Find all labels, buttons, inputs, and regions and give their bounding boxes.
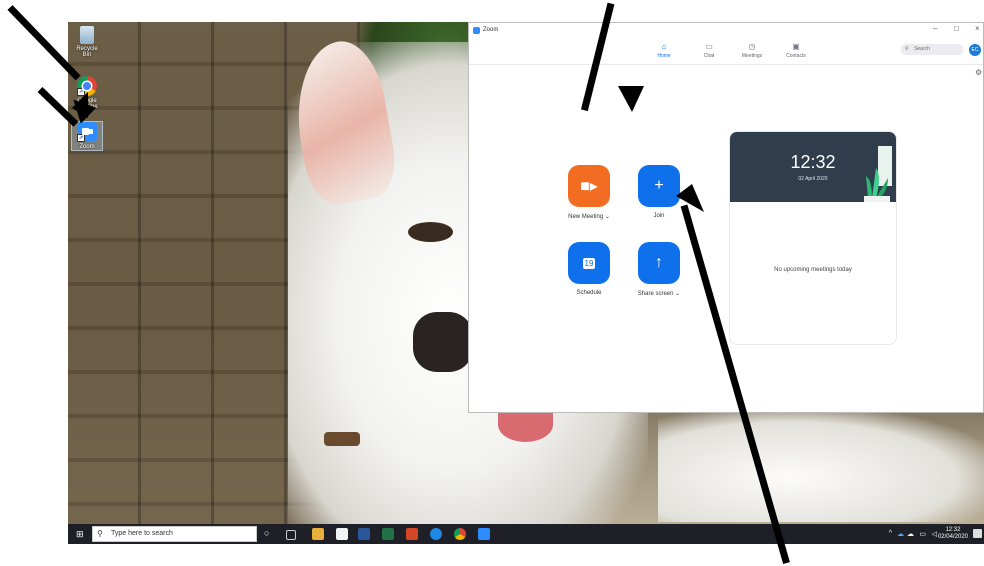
chevron-down-icon[interactable]: ⌄ bbox=[605, 214, 610, 220]
tab-label: Contacts bbox=[786, 53, 806, 59]
chevron-down-icon[interactable]: ⌄ bbox=[675, 291, 680, 297]
close-icon[interactable]: × bbox=[975, 24, 980, 33]
schedule-button[interactable]: 19 Schedule bbox=[559, 242, 619, 296]
share-screen-button[interactable]: ↑ Share screen ⌄ bbox=[629, 242, 689, 297]
top-nav: ⌂ Home ▭ Chat ◷ Meetings ▣ Contacts ⚲ Se… bbox=[469, 38, 983, 65]
recycle-bin-icon bbox=[80, 26, 94, 44]
clock-date: 02/04/2020 bbox=[937, 534, 968, 540]
task-view-icon[interactable] bbox=[286, 530, 296, 540]
dog-collar bbox=[324, 432, 360, 446]
schedule-label: Schedule bbox=[576, 290, 602, 296]
zoom-taskbar-icon[interactable] bbox=[478, 528, 490, 540]
network-icon[interactable]: ▭ bbox=[919, 530, 926, 538]
upcoming-meetings-card: 12:32 02 April 2020 No upcoming meetings… bbox=[729, 131, 897, 345]
cortana-icon[interactable]: ○ bbox=[264, 528, 276, 540]
word-icon[interactable] bbox=[358, 528, 370, 540]
tab-home[interactable]: ⌂ Home bbox=[644, 42, 684, 59]
desktop-icon-recycle-bin[interactable]: Recycle Bin bbox=[72, 26, 102, 58]
video-camera-icon: ■▸ bbox=[568, 165, 610, 207]
plus-icon: + bbox=[638, 165, 680, 207]
windows-start-icon[interactable]: ⊞ bbox=[76, 529, 86, 539]
share-screen-label: Share screen bbox=[637, 291, 674, 297]
chat-icon: ▭ bbox=[705, 42, 713, 51]
taskbar-search-box[interactable]: ⚲ Type here to search bbox=[92, 526, 257, 542]
notification-icon[interactable] bbox=[973, 529, 982, 538]
search-placeholder: Search bbox=[914, 46, 930, 52]
search-icon: ⚲ bbox=[97, 529, 103, 538]
search-input[interactable]: ⚲ Search bbox=[901, 44, 963, 55]
search-icon: ⚲ bbox=[905, 46, 909, 52]
clock-icon: ◷ bbox=[748, 42, 756, 51]
calendar-header: 12:32 02 April 2020 bbox=[730, 132, 896, 202]
shortcut-arrow-icon: ↗ bbox=[77, 88, 85, 96]
shortcut-arrow-icon: ↗ bbox=[77, 134, 85, 142]
avatar[interactable]: EC bbox=[969, 44, 981, 56]
home-icon: ⌂ bbox=[661, 42, 667, 51]
desktop-icon-zoom[interactable]: ↗ Zoom bbox=[71, 121, 103, 151]
new-meeting-button[interactable]: ■▸ New Meeting ⌄ bbox=[559, 165, 619, 220]
dog-body bbox=[658, 412, 984, 522]
no-meetings-message: No upcoming meetings today bbox=[774, 267, 852, 273]
chrome-taskbar-icon[interactable] bbox=[454, 528, 466, 540]
powerpoint-icon[interactable] bbox=[406, 528, 418, 540]
app-icon[interactable] bbox=[430, 528, 442, 540]
store-icon[interactable] bbox=[336, 528, 348, 540]
minimize-icon[interactable]: – bbox=[933, 24, 937, 33]
dog-mouth bbox=[413, 312, 473, 372]
clock-time: 12:32 bbox=[945, 527, 961, 533]
calendar-icon: 19 bbox=[568, 242, 610, 284]
share-arrow-icon: ↑ bbox=[638, 242, 680, 284]
desktop-icon-label: Recycle Bin bbox=[76, 46, 98, 58]
taskbar-search-placeholder: Type here to search bbox=[111, 530, 173, 537]
tab-meetings[interactable]: ◷ Meetings bbox=[732, 42, 772, 59]
maximize-icon[interactable]: □ bbox=[954, 24, 959, 33]
zoom-app-icon: ↗ bbox=[77, 122, 97, 142]
taskbar-clock[interactable]: 12:32 02/04/2020 bbox=[938, 527, 968, 547]
zoom-logo-icon bbox=[473, 27, 480, 34]
gear-icon[interactable]: ⚙ bbox=[975, 68, 982, 77]
dog-eye bbox=[408, 222, 453, 242]
tab-contacts[interactable]: ▣ Contacts bbox=[776, 42, 816, 59]
join-button[interactable]: + Join bbox=[629, 165, 689, 219]
file-explorer-icon[interactable] bbox=[312, 528, 324, 540]
cloud-icon[interactable]: ☁ bbox=[907, 530, 914, 538]
desktop-icon-google-chrome[interactable]: ↗ Google Chrome bbox=[72, 76, 102, 110]
join-label: Join bbox=[653, 213, 665, 219]
tab-label: Meetings bbox=[741, 53, 763, 59]
new-meeting-label: New Meeting bbox=[568, 214, 604, 220]
taskbar: ⊞ ⚲ Type here to search ○ ^ ☁ ☁ ▭ ◁ 12:3… bbox=[68, 524, 984, 544]
title-bar: Zoom – □ × bbox=[469, 23, 983, 38]
excel-icon[interactable] bbox=[382, 528, 394, 540]
calendar-day: 19 bbox=[582, 257, 596, 269]
volume-icon[interactable]: ◁ bbox=[932, 530, 937, 538]
chrome-icon: ↗ bbox=[77, 76, 97, 96]
onedrive-icon[interactable]: ☁ bbox=[897, 530, 904, 538]
tab-label: Chat bbox=[703, 53, 715, 59]
chevron-up-icon[interactable]: ^ bbox=[889, 530, 892, 537]
tab-label: Home bbox=[657, 53, 671, 59]
tab-chat[interactable]: ▭ Chat bbox=[689, 42, 729, 59]
desktop-icon-label: Google Chrome bbox=[76, 98, 98, 110]
desktop-icon-label: Zoom bbox=[79, 144, 95, 150]
contacts-icon: ▣ bbox=[792, 42, 800, 51]
window-title: Zoom bbox=[483, 27, 499, 33]
plant-illustration bbox=[864, 146, 892, 202]
